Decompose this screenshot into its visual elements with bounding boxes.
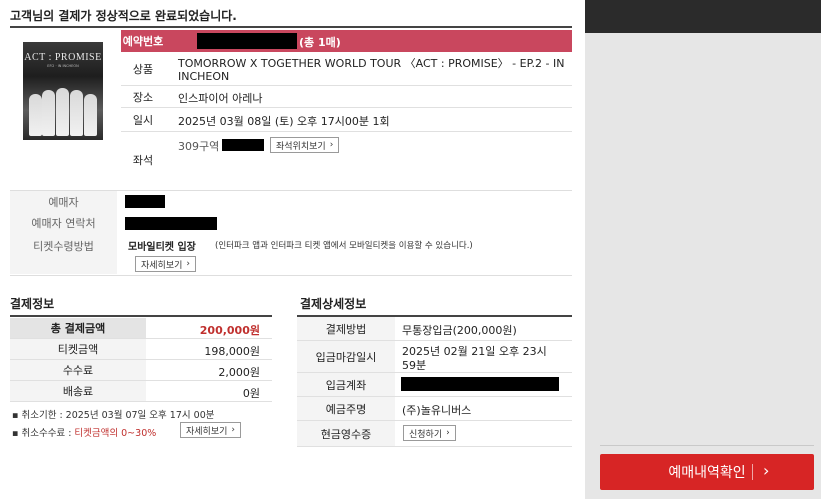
seat-position-button[interactable]: 좌석위치보기 › bbox=[270, 137, 340, 153]
cancel-fee-prefix: 취소수수료 : bbox=[21, 428, 75, 439]
product-row: 상품 TOMORROW X TOGETHER WORLD TOUR 〈ACT :… bbox=[121, 52, 572, 86]
ticket-count: (총 1매) bbox=[299, 36, 341, 49]
reservation-number-redacted bbox=[197, 33, 297, 49]
account-holder-value: (주)놀유니버스 bbox=[402, 404, 472, 417]
payment-fee-amount: 2,000원 bbox=[218, 366, 260, 379]
cancel-fee-detail-button[interactable]: 자세히보기 › bbox=[180, 422, 242, 438]
account-holder-label: 예금주명 bbox=[297, 397, 395, 420]
cancel-fee-detail-button-label: 자세히보기 bbox=[186, 426, 228, 437]
right-sidebar bbox=[585, 0, 821, 499]
view-booking-history-button[interactable]: 예매내역확인 › bbox=[600, 454, 814, 490]
delivery-detail-button[interactable]: 자세히보기 › bbox=[135, 256, 197, 272]
reservation-number-row: 예약번호 (총 1매) bbox=[121, 30, 572, 52]
delivery-method-description: (인터파크 앱과 인터파크 티켓 앱에서 모바일티켓을 이용할 수 있습니다.) bbox=[215, 241, 473, 251]
payment-ticket-amount: 198,000원 bbox=[204, 345, 260, 358]
deposit-deadline-label: 입금마감일시 bbox=[297, 341, 395, 372]
cash-receipt-apply-button[interactable]: 신청하기 › bbox=[403, 425, 456, 441]
cash-receipt-label: 현금영수증 bbox=[297, 421, 395, 446]
venue-value: 인스파이어 아레나 bbox=[178, 92, 263, 105]
payment-fee-row: 수수료 2,000원 bbox=[10, 360, 272, 381]
buyer-name-row: 예매자 bbox=[10, 191, 572, 212]
payment-method-label: 결제방법 bbox=[297, 317, 395, 340]
buyer-contact-redacted bbox=[125, 217, 217, 230]
cancel-deadline-note: ▪ 취소기한 : 2025년 03월 07일 오후 17시 00분 bbox=[12, 407, 214, 421]
poster-title: ACT : PROMISE bbox=[24, 52, 102, 63]
seat-label: 좌석 bbox=[132, 154, 154, 167]
payment-ticket-label: 티켓금액 bbox=[10, 339, 146, 359]
payment-shipping-amount: 0원 bbox=[242, 387, 260, 400]
poster-figure bbox=[56, 88, 69, 136]
chevron-right-icon: › bbox=[446, 428, 450, 438]
chevron-right-icon: › bbox=[763, 461, 770, 480]
account-holder-row: 예금주명 (주)놀유니버스 bbox=[297, 397, 572, 421]
delivery-method-row: 티켓수령방법 모바일티켓 입장 (인터파크 앱과 인터파크 티켓 앱에서 모바일… bbox=[10, 234, 572, 274]
event-poster-image: ACT : PROMISE EP.2 · IN INCHEON bbox=[23, 42, 103, 140]
deposit-account-row: 입금계좌 bbox=[297, 373, 572, 397]
datetime-label: 일시 bbox=[132, 113, 154, 127]
payment-shipping-label: 배송료 bbox=[10, 381, 146, 401]
payment-total-row: 총 결제금액 200,000원 bbox=[10, 318, 272, 339]
buyer-name-redacted bbox=[125, 195, 165, 208]
payment-section-title: 결제정보 bbox=[10, 297, 55, 311]
seat-position-button-label: 좌석위치보기 bbox=[276, 141, 326, 152]
deposit-account-label: 입금계좌 bbox=[297, 373, 395, 396]
poster-figure bbox=[70, 90, 83, 136]
title-divider bbox=[10, 26, 572, 28]
venue-label: 장소 bbox=[132, 90, 154, 104]
buyer-name-label: 예매자 bbox=[10, 191, 117, 212]
cash-receipt-apply-button-label: 신청하기 bbox=[409, 429, 443, 440]
poster-figure bbox=[84, 94, 97, 136]
delivery-method-value: 모바일티켓 입장 bbox=[128, 242, 196, 253]
datetime-value: 2025년 03월 08일 (토) 오후 17시00분 1회 bbox=[178, 115, 390, 128]
delivery-detail-button-label: 자세히보기 bbox=[141, 260, 183, 271]
product-name-line1: TOMORROW X TOGETHER WORLD TOUR 〈ACT : PR… bbox=[178, 57, 565, 70]
poster-subtitle: EP.2 · IN INCHEON bbox=[47, 64, 79, 68]
seat-row: 좌석 309구역 좌석위치보기 › bbox=[121, 132, 572, 188]
cancel-deadline-text: 취소기한 : 2025년 03월 07일 오후 17시 00분 bbox=[21, 410, 215, 421]
reservation-number-label: 예약번호 bbox=[122, 35, 164, 48]
chevron-right-icon: › bbox=[186, 259, 191, 269]
page-title: 고객님의 결제가 정상적으로 완료되었습니다. bbox=[10, 9, 237, 23]
payment-total-label: 총 결제금액 bbox=[10, 318, 146, 338]
delivery-method-label: 티켓수령방법 bbox=[10, 234, 117, 274]
payment-detail-section-title: 결제상세정보 bbox=[300, 297, 367, 311]
deposit-deadline-line2: 59분 bbox=[402, 359, 427, 372]
buyer-contact-label: 예매자 연락처 bbox=[10, 212, 117, 234]
payment-total-amount: 200,000원 bbox=[199, 324, 260, 337]
seat-value: 309구역 bbox=[178, 140, 220, 153]
datetime-row: 일시 2025년 03월 08일 (토) 오후 17시00분 1회 bbox=[121, 108, 572, 132]
cancel-fee-value: 티켓금액의 0~30% bbox=[74, 428, 157, 439]
payment-shipping-row: 배송료 0원 bbox=[10, 381, 272, 402]
cancel-fee-note: ▪ 취소수수료 : 티켓금액의 0~30% bbox=[12, 425, 156, 439]
product-label: 상품 bbox=[132, 62, 154, 76]
payment-ticket-row: 티켓금액 198,000원 bbox=[10, 339, 272, 360]
poster-figure bbox=[42, 90, 55, 136]
payment-method-row: 결제방법 무통장입금(200,000원) bbox=[297, 317, 572, 341]
payment-fee-label: 수수료 bbox=[10, 360, 146, 380]
button-divider bbox=[752, 464, 753, 480]
deposit-account-redacted bbox=[401, 377, 559, 391]
payment-method-value: 무통장입금(200,000원) bbox=[402, 324, 517, 337]
chevron-right-icon: › bbox=[231, 425, 236, 435]
chevron-right-icon: › bbox=[329, 140, 334, 150]
sidebar-dark-header bbox=[585, 0, 821, 33]
seat-redacted bbox=[222, 139, 264, 151]
deposit-deadline-row: 입금마감일시 2025년 02월 21일 오후 23시 59분 bbox=[297, 341, 572, 373]
sidebar-divider bbox=[600, 445, 814, 446]
payment-section-divider bbox=[10, 315, 272, 317]
view-booking-history-label: 예매내역확인 bbox=[668, 465, 746, 481]
main-content: 고객님의 결제가 정상적으로 완료되었습니다. ACT : PROMISE EP… bbox=[0, 0, 585, 499]
poster-figure bbox=[29, 94, 42, 136]
cash-receipt-row: 현금영수증 신청하기 › bbox=[297, 421, 572, 447]
buyer-divider-bottom bbox=[10, 275, 572, 276]
venue-row: 장소 인스파이어 아레나 bbox=[121, 86, 572, 108]
product-name-line2: INCHEON bbox=[178, 70, 230, 83]
buyer-contact-row: 예매자 연락처 bbox=[10, 212, 572, 234]
